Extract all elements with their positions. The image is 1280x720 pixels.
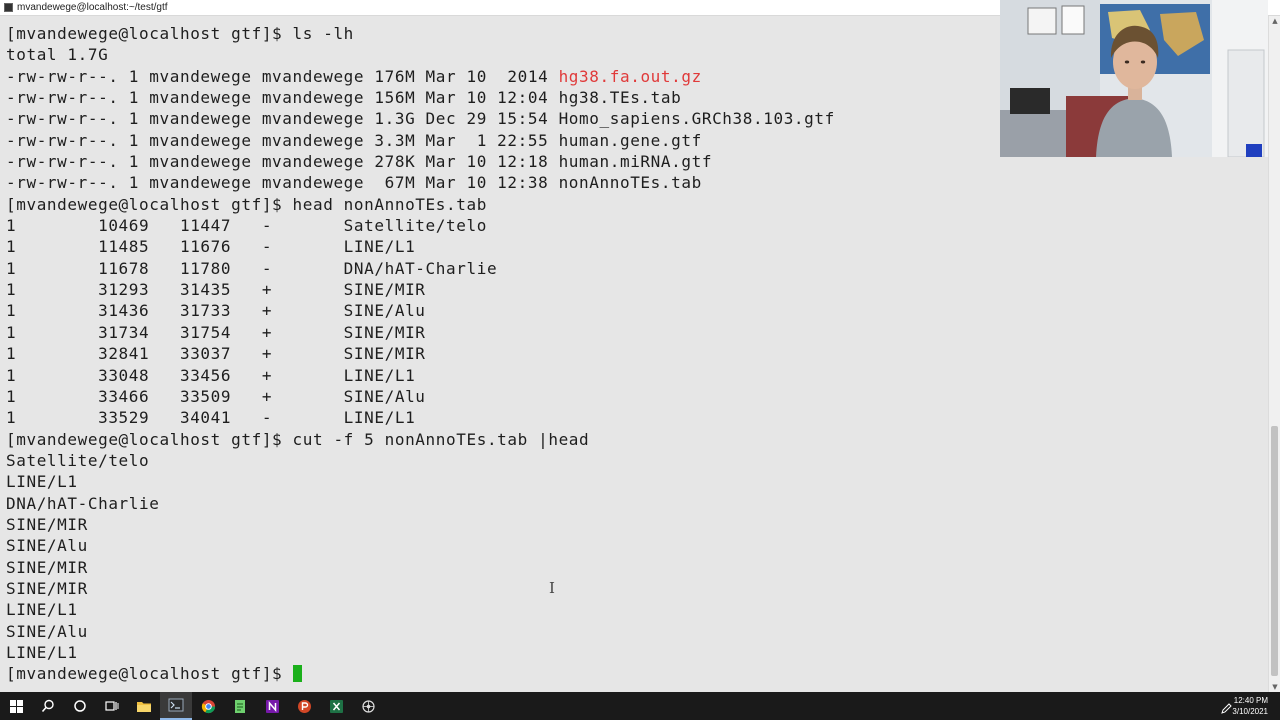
terminal-line: LINE/L1 bbox=[6, 599, 835, 620]
terminal-scrollbar[interactable]: ▲ ▼ bbox=[1268, 16, 1280, 692]
terminal-line: 1 31734 31754 + SINE/MIR bbox=[6, 322, 835, 343]
clock-date: 3/10/2021 bbox=[1232, 707, 1268, 716]
terminal-line-text: -rw-rw-r--. 1 mvandewege mvandewege 176M… bbox=[6, 66, 559, 86]
pen-tray-icon[interactable] bbox=[1220, 700, 1232, 714]
terminal-line: 1 33048 33456 + LINE/L1 bbox=[6, 365, 835, 386]
terminal-line: 1 33529 34041 - LINE/L1 bbox=[6, 407, 835, 428]
terminal-line-text: 1 33048 33456 + LINE/L1 bbox=[6, 365, 416, 385]
terminal-line-text: SINE/MIR bbox=[6, 514, 88, 534]
terminal-line: SINE/Alu bbox=[6, 621, 835, 642]
terminal-line-text: 1 33529 34041 - LINE/L1 bbox=[6, 408, 416, 428]
terminal-line-text: SINE/MIR bbox=[6, 578, 88, 598]
terminal-line-text: 1 33466 33509 + SINE/Alu bbox=[6, 386, 426, 406]
powerpoint-icon[interactable] bbox=[288, 692, 320, 720]
terminal-line: [mvandewege@localhost gtf]$ cut -f 5 non… bbox=[6, 429, 835, 450]
chrome-icon[interactable] bbox=[192, 692, 224, 720]
terminal-line: total 1.7G bbox=[6, 44, 835, 65]
terminal-line: SINE/MIR bbox=[6, 514, 835, 535]
terminal-line: 1 31436 31733 + SINE/Alu bbox=[6, 300, 835, 321]
terminal-line-text: 1 31293 31435 + SINE/MIR bbox=[6, 280, 426, 300]
notepad-icon[interactable] bbox=[224, 692, 256, 720]
terminal-line: 1 33466 33509 + SINE/Alu bbox=[6, 386, 835, 407]
terminal-output: [mvandewege@localhost gtf]$ ls -lh total … bbox=[6, 23, 835, 685]
terminal-line: 1 11485 11676 - LINE/L1 bbox=[6, 236, 835, 257]
terminal-line-text: total 1.7G bbox=[6, 45, 109, 65]
terminal-line: -rw-rw-r--. 1 mvandewege mvandewege 156M… bbox=[6, 87, 835, 108]
terminal-line-text: 1 31436 31733 + SINE/Alu bbox=[6, 301, 426, 321]
terminal-line: [mvandewege@localhost gtf]$ head nonAnno… bbox=[6, 194, 835, 215]
terminal-line-text: -rw-rw-r--. 1 mvandewege mvandewege 67M … bbox=[6, 173, 702, 193]
terminal-prompt: [mvandewege@localhost gtf]$ bbox=[6, 664, 293, 684]
terminal-line-text: SINE/Alu bbox=[6, 536, 88, 556]
taskbar-clock[interactable]: 12:40 PM 3/10/2021 bbox=[1232, 695, 1268, 717]
terminal-line: LINE/L1 bbox=[6, 471, 835, 492]
window-title: mvandewege@localhost:~/test/gtf bbox=[17, 2, 168, 13]
terminal-line: -rw-rw-r--. 1 mvandewege mvandewege 3.3M… bbox=[6, 130, 835, 151]
webcam-image bbox=[1000, 0, 1268, 157]
windows-start-icon[interactable] bbox=[0, 692, 32, 720]
terminal-line: SINE/MIR bbox=[6, 557, 835, 578]
terminal-line-text: -rw-rw-r--. 1 mvandewege mvandewege 1.3G… bbox=[6, 109, 835, 129]
terminal-line: 1 10469 11447 - Satellite/telo bbox=[6, 215, 835, 236]
terminal-line-text: LINE/L1 bbox=[6, 642, 78, 662]
onenote-icon[interactable] bbox=[256, 692, 288, 720]
terminal-line: 1 11678 11780 - DNA/hAT-Charlie bbox=[6, 258, 835, 279]
terminal-cursor bbox=[292, 665, 302, 683]
terminal-line: SINE/Alu bbox=[6, 535, 835, 556]
scrollbar-thumb[interactable] bbox=[1271, 426, 1278, 676]
terminal-line: 1 32841 33037 + SINE/MIR bbox=[6, 343, 835, 364]
terminal-line: -rw-rw-r--. 1 mvandewege mvandewege 176M… bbox=[6, 66, 835, 87]
terminal-line-text: DNA/hAT-Charlie bbox=[6, 493, 160, 513]
terminal-line-text: LINE/L1 bbox=[6, 472, 78, 492]
terminal-app-icon[interactable] bbox=[160, 692, 192, 720]
clock-time: 12:40 PM bbox=[1233, 696, 1268, 705]
terminal-line-text: 1 11678 11780 - DNA/hAT-Charlie bbox=[6, 258, 498, 278]
excel-icon[interactable] bbox=[320, 692, 352, 720]
misc-app-icon[interactable] bbox=[352, 692, 384, 720]
terminal-line-text: SINE/MIR bbox=[6, 557, 88, 577]
terminal-line-text: LINE/L1 bbox=[6, 600, 78, 620]
terminal-line-text: 1 31734 31754 + SINE/MIR bbox=[6, 322, 426, 342]
cortana-icon[interactable] bbox=[64, 692, 96, 720]
terminal-line-text: Satellite/telo bbox=[6, 450, 150, 470]
terminal-line: [mvandewege@localhost gtf]$ ls -lh bbox=[6, 23, 835, 44]
terminal-line: LINE/L1 bbox=[6, 642, 835, 663]
terminal-app-icon bbox=[4, 3, 13, 12]
task-view-icon[interactable] bbox=[96, 692, 128, 720]
terminal-line: 1 31293 31435 + SINE/MIR bbox=[6, 279, 835, 300]
terminal-line: SINE/MIR bbox=[6, 578, 835, 599]
terminal-line-text: -rw-rw-r--. 1 mvandewege mvandewege 3.3M… bbox=[6, 130, 702, 150]
terminal-line: Satellite/telo bbox=[6, 450, 835, 471]
file-explorer-icon[interactable] bbox=[128, 692, 160, 720]
text-cursor-icon: I bbox=[549, 579, 555, 597]
terminal-line-text: 1 10469 11447 - Satellite/telo bbox=[6, 216, 487, 236]
terminal-line-text: -rw-rw-r--. 1 mvandewege mvandewege 156M… bbox=[6, 88, 682, 108]
terminal-line-text: [mvandewege@localhost gtf]$ cut -f 5 non… bbox=[6, 429, 590, 449]
terminal-line: -rw-rw-r--. 1 mvandewege mvandewege 1.3G… bbox=[6, 108, 835, 129]
terminal-line-text: [mvandewege@localhost gtf]$ head nonAnno… bbox=[6, 194, 487, 214]
scroll-up-arrow-icon[interactable]: ▲ bbox=[1269, 16, 1280, 26]
terminal-highlighted-filename: hg38.fa.out.gz bbox=[558, 66, 702, 86]
terminal-line: DNA/hAT-Charlie bbox=[6, 493, 835, 514]
windows-taskbar: 12:40 PM 3/10/2021 bbox=[0, 692, 1280, 720]
terminal-line-text: SINE/Alu bbox=[6, 621, 88, 641]
terminal-line: -rw-rw-r--. 1 mvandewege mvandewege 67M … bbox=[6, 172, 835, 193]
terminal-line-text: [mvandewege@localhost gtf]$ ls -lh bbox=[6, 24, 354, 43]
terminal-line: -rw-rw-r--. 1 mvandewege mvandewege 278K… bbox=[6, 151, 835, 172]
scroll-down-arrow-icon[interactable]: ▼ bbox=[1269, 682, 1280, 692]
terminal-line-text: 1 32841 33037 + SINE/MIR bbox=[6, 344, 426, 364]
terminal-line-text: -rw-rw-r--. 1 mvandewege mvandewege 278K… bbox=[6, 152, 713, 172]
terminal-prompt-line[interactable]: [mvandewege@localhost gtf]$ bbox=[6, 663, 835, 684]
search-icon[interactable] bbox=[32, 692, 64, 720]
terminal-line-text: 1 11485 11676 - LINE/L1 bbox=[6, 237, 416, 257]
webcam-overlay bbox=[1000, 0, 1268, 157]
